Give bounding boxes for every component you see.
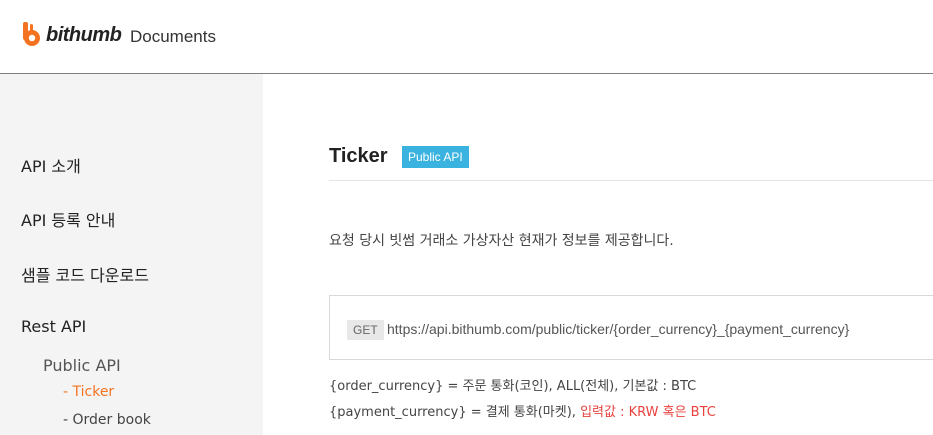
param-payment-currency-highlight: 입력값 : KRW 혹은 BTC — [580, 405, 716, 420]
http-method-badge: GET — [347, 320, 384, 340]
bithumb-logo-icon[interactable] — [20, 22, 42, 48]
sidebar-item-api-intro[interactable]: API 소개 — [21, 153, 81, 177]
page-title: Ticker — [329, 145, 388, 167]
param-payment-currency: {payment_currency} = 결제 통화(마켓), 입력값 : KR… — [329, 401, 716, 420]
sidebar-subgroup-public-api[interactable]: Public API — [43, 356, 121, 375]
sidebar-item-sample-code[interactable]: 샘플 코드 다운로드 — [21, 262, 149, 286]
title-divider — [329, 180, 933, 181]
endpoint-url[interactable]: https://api.bithumb.com/public/ticker/{o… — [387, 321, 849, 337]
header: bithumb Documents — [0, 0, 933, 74]
sidebar-item-rest-api[interactable]: Rest API — [21, 317, 86, 336]
main-content: Ticker Public API 요청 당시 빗썸 거래소 가상자산 현재가 … — [263, 74, 933, 435]
brand-name[interactable]: bithumb — [46, 24, 122, 47]
public-api-badge: Public API — [402, 146, 469, 168]
page-description: 요청 당시 빗썸 거래소 가상자산 현재가 정보를 제공합니다. — [329, 233, 674, 249]
param-payment-currency-text: {payment_currency} = 결제 통화(마켓), — [329, 405, 581, 420]
sidebar-item-api-registration[interactable]: API 등록 안내 — [21, 207, 115, 231]
sidebar-leaf-order-book[interactable]: - Order book — [63, 412, 151, 428]
product-name[interactable]: Documents — [130, 27, 216, 47]
endpoint-box: GET https://api.bithumb.com/public/ticke… — [329, 295, 933, 360]
sidebar-leaf-ticker[interactable]: - Ticker — [63, 384, 114, 400]
param-order-currency: {order_currency} = 주문 통화(코인), ALL(전체), 기… — [329, 375, 696, 394]
sidebar: API 소개 API 등록 안내 샘플 코드 다운로드 Rest API Pub… — [0, 74, 263, 435]
param-order-currency-text: {order_currency} = 주문 통화(코인), ALL(전체), 기… — [329, 379, 697, 394]
